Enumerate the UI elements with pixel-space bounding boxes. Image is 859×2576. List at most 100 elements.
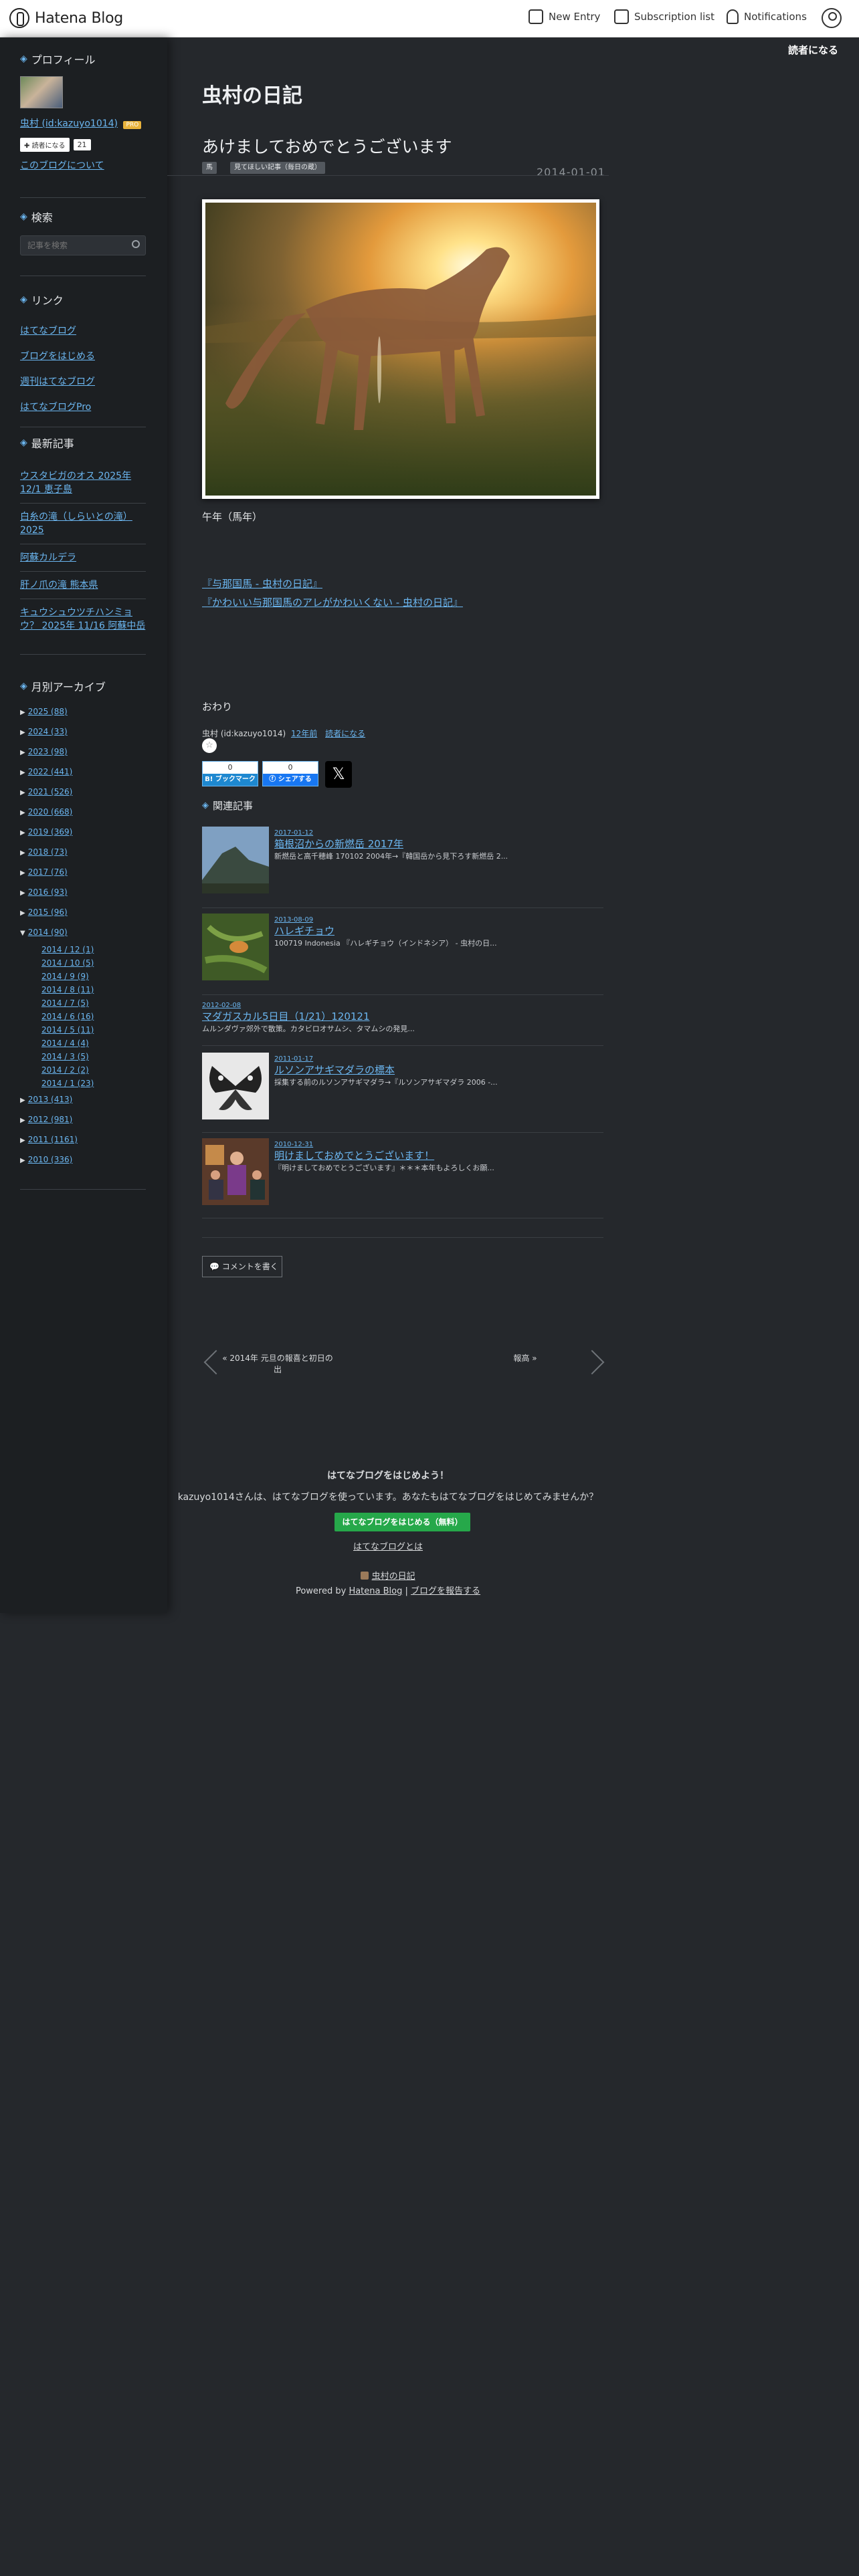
related-entry-card[interactable]: 2012-02-08 マダガスカル5日目（1/21）120121 ムルンダヴァ郊… bbox=[202, 1000, 603, 1046]
write-comment-button[interactable]: 💬 コメントを書く bbox=[202, 1256, 282, 1277]
expand-arrow-icon[interactable]: ▶ bbox=[20, 824, 25, 843]
related-title[interactable]: ルソンアサギマダラの標本 bbox=[274, 1063, 602, 1077]
next-entry-link[interactable]: 報高 » bbox=[488, 1352, 562, 1364]
archive-year-link[interactable]: 2025 (88) bbox=[28, 707, 68, 716]
profile-avatar[interactable] bbox=[20, 76, 63, 108]
recent-entry-link[interactable]: ウスタビガのオス 2025年12/1 恵子島 bbox=[20, 471, 131, 495]
collapse-arrow-icon[interactable]: ▼ bbox=[20, 924, 25, 943]
category-tag[interactable]: 馬 bbox=[202, 162, 217, 174]
related-thumbnail[interactable] bbox=[202, 914, 269, 980]
new-entry-button[interactable]: New Entry bbox=[529, 9, 600, 24]
horse-photo[interactable] bbox=[202, 199, 599, 499]
search-icon[interactable] bbox=[132, 240, 140, 248]
archive-month-link[interactable]: 2014 / 10 (5) bbox=[41, 958, 94, 968]
archive-month-link[interactable]: 2014 / 5 (11) bbox=[41, 1025, 94, 1035]
related-thumbnail[interactable] bbox=[202, 827, 269, 893]
next-chevron-icon[interactable] bbox=[579, 1350, 605, 1375]
related-date[interactable]: 2017-01-12 bbox=[274, 829, 602, 837]
time-ago-link[interactable]: 12年前 bbox=[291, 729, 317, 738]
archive-year-link[interactable]: 2021 (526) bbox=[28, 787, 73, 796]
expand-arrow-icon[interactable]: ▶ bbox=[20, 884, 25, 903]
expand-arrow-icon[interactable]: ▶ bbox=[20, 744, 25, 762]
archive-year-link[interactable]: 2022 (441) bbox=[28, 767, 73, 776]
expand-arrow-icon[interactable]: ▶ bbox=[20, 1152, 25, 1170]
expand-arrow-icon[interactable]: ▶ bbox=[20, 904, 25, 923]
related-entry-card[interactable]: 2013-08-09 ハレギチョウ 100719 Indonesia 『ハレギチ… bbox=[202, 914, 603, 995]
archive-year-link[interactable]: 2017 (76) bbox=[28, 867, 68, 877]
archive-month-link[interactable]: 2014 / 8 (11) bbox=[41, 985, 94, 994]
related-title[interactable]: マダガスカル5日目（1/21）120121 bbox=[202, 1009, 603, 1023]
expand-arrow-icon[interactable]: ▶ bbox=[20, 864, 25, 883]
hatena-blog-link[interactable]: Hatena Blog bbox=[349, 1586, 402, 1596]
related-date[interactable]: 2010-12-31 bbox=[274, 1141, 602, 1148]
archive-month-link[interactable]: 2014 / 3 (5) bbox=[41, 1052, 89, 1061]
subscribe-link[interactable]: 読者になる bbox=[325, 729, 365, 738]
sidebar-link-pro[interactable]: はてなブログPro bbox=[20, 402, 91, 413]
archive-year-link[interactable]: 2010 (336) bbox=[28, 1155, 73, 1164]
expand-arrow-icon[interactable]: ▶ bbox=[20, 844, 25, 863]
archive-month-link[interactable]: 2014 / 9 (9) bbox=[41, 972, 89, 981]
archive-month-link[interactable]: 2014 / 4 (4) bbox=[41, 1039, 89, 1048]
related-date[interactable]: 2013-08-09 bbox=[274, 916, 602, 924]
related-thumbnail[interactable] bbox=[202, 1053, 269, 1119]
archive-year-link[interactable]: 2012 (981) bbox=[28, 1115, 73, 1124]
about-hatena-blog-link[interactable]: はてなブログとは bbox=[353, 1542, 423, 1552]
prev-entry-link[interactable]: « 2014年 元旦の報喜と初日の出 bbox=[221, 1352, 335, 1375]
archive-year-link[interactable]: 2015 (96) bbox=[28, 907, 68, 917]
archive-year-link[interactable]: 2014 (90) bbox=[28, 928, 68, 937]
archive-year-link[interactable]: 2016 (93) bbox=[28, 887, 68, 897]
archive-month-link[interactable]: 2014 / 2 (2) bbox=[41, 1065, 89, 1075]
archive-year-link[interactable]: 2020 (668) bbox=[28, 807, 73, 817]
related-entry-card[interactable]: 2011-01-17 ルソンアサギマダラの標本 採集する前のルソンアサギマダラ→… bbox=[202, 1053, 603, 1133]
expand-arrow-icon[interactable]: ▶ bbox=[20, 784, 25, 802]
related-date[interactable]: 2011-01-17 bbox=[274, 1055, 602, 1063]
report-blog-link[interactable]: ブログを報告する bbox=[411, 1586, 480, 1596]
sidebar-link-weekly[interactable]: 週刊はてなブログ bbox=[20, 377, 95, 387]
related-entry-link[interactable]: 『与那国馬 - 虫村の日記』 bbox=[202, 578, 322, 590]
notifications-button[interactable]: Notifications bbox=[727, 9, 807, 24]
recent-entry-link[interactable]: 肝ノ爪の滝 熊本県 bbox=[20, 580, 98, 591]
x-share-button[interactable]: 𝕏 bbox=[325, 761, 352, 788]
related-title[interactable]: 箱根沼からの新燃岳 2017年 bbox=[274, 837, 602, 851]
archive-year-link[interactable]: 2018 (73) bbox=[28, 847, 68, 857]
archive-year-link[interactable]: 2011 (1161) bbox=[28, 1135, 78, 1144]
expand-arrow-icon[interactable]: ▶ bbox=[20, 804, 25, 823]
expand-arrow-icon[interactable]: ▶ bbox=[20, 1132, 25, 1150]
archive-month-link[interactable]: 2014 / 7 (5) bbox=[41, 998, 89, 1008]
archive-month-link[interactable]: 2014 / 12 (1) bbox=[41, 945, 94, 954]
archive-year-link[interactable]: 2019 (369) bbox=[28, 827, 73, 837]
star-add-icon[interactable]: ☆ bbox=[202, 738, 217, 753]
related-entry-link[interactable]: 『かわいい与那国馬のアレがかわいくない - 虫村の日記』 bbox=[202, 597, 463, 609]
sidebar-link-start-blog[interactable]: ブログをはじめる bbox=[20, 351, 95, 362]
start-blog-button[interactable]: はてなブログをはじめる（無料） bbox=[335, 1513, 470, 1531]
archive-month-link[interactable]: 2014 / 6 (16) bbox=[41, 1012, 94, 1021]
user-account-icon[interactable] bbox=[822, 8, 842, 28]
related-date[interactable]: 2012-02-08 bbox=[202, 1002, 603, 1009]
related-thumbnail[interactable] bbox=[202, 1138, 269, 1205]
blog-title[interactable]: 虫村の日記 bbox=[202, 79, 302, 108]
subscribe-button[interactable]: ✚ 読者になる bbox=[20, 138, 70, 152]
recent-entry-link[interactable]: キュウシュウツチハンミョウ？ 2025年 11/16 阿蘇中岳 bbox=[20, 607, 145, 631]
footer-blog-name-link[interactable]: 虫村の日記 bbox=[372, 1572, 415, 1582]
facebook-share-button[interactable]: 0 ⓕ シェアする bbox=[262, 761, 318, 786]
expand-arrow-icon[interactable]: ▶ bbox=[20, 1111, 25, 1130]
entry-date[interactable]: 2014-01-01 bbox=[537, 166, 605, 179]
archive-year-link[interactable]: 2024 (33) bbox=[28, 727, 68, 736]
archive-year-link[interactable]: 2013 (413) bbox=[28, 1095, 73, 1104]
expand-arrow-icon[interactable]: ▶ bbox=[20, 1091, 25, 1110]
expand-arrow-icon[interactable]: ▶ bbox=[20, 764, 25, 782]
recent-entry-link[interactable]: 阿蘇カルデラ bbox=[20, 552, 76, 563]
hatena-bookmark-button[interactable]: 0 B! ブックマーク bbox=[202, 761, 258, 786]
related-title[interactable]: 明けましておめでとうございます！ bbox=[274, 1148, 602, 1162]
archive-year-link[interactable]: 2023 (98) bbox=[28, 747, 68, 756]
related-entry-card[interactable]: 2017-01-12 箱根沼からの新燃岳 2017年 新燃岳と高千穂峰 1701… bbox=[202, 827, 603, 908]
category-tag[interactable]: 見てほしい記事（毎日の蔵） bbox=[230, 162, 325, 174]
archive-month-link[interactable]: 2014 / 1 (23) bbox=[41, 1079, 94, 1088]
subscribe-reader-button[interactable]: 読者になる bbox=[788, 43, 838, 57]
sidebar-link-hatena-blog[interactable]: はてなブログ bbox=[20, 326, 76, 336]
expand-arrow-icon[interactable]: ▶ bbox=[20, 704, 25, 722]
expand-arrow-icon[interactable]: ▶ bbox=[20, 724, 25, 742]
hatena-blog-logo[interactable]: Hatena Blog bbox=[9, 8, 123, 28]
entry-title[interactable]: あけましておめでとうございます bbox=[202, 134, 452, 158]
about-blog-link[interactable]: このブログについて bbox=[20, 160, 104, 171]
